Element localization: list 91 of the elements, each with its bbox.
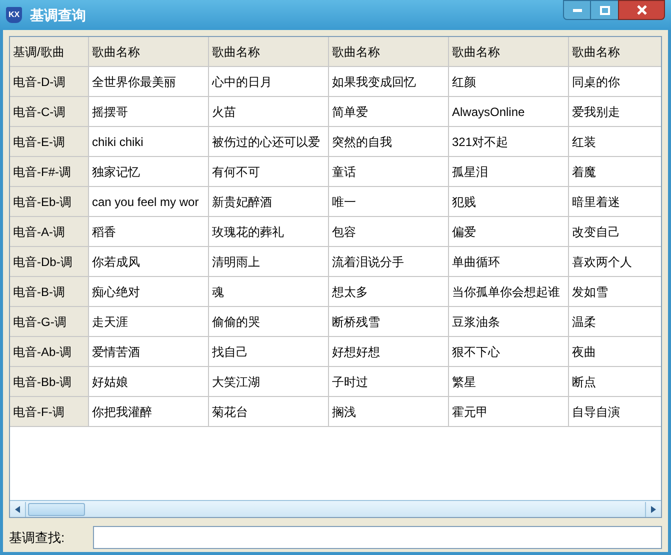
- app-icon: KX: [6, 7, 22, 23]
- table-cell: 豆浆油条: [449, 307, 569, 337]
- row-header: 电音-Eb-调: [10, 187, 89, 217]
- table-cell: 走天涯: [89, 307, 209, 337]
- table-cell: 好想好想: [329, 337, 449, 367]
- table-cell: can you feel my wor: [89, 187, 209, 217]
- table-cell: 繁星: [449, 367, 569, 397]
- row-header: 电音-Ab-调: [10, 337, 89, 367]
- table-cell: 突然的自我: [329, 127, 449, 157]
- table-cell: 想太多: [329, 277, 449, 307]
- close-button[interactable]: [618, 0, 665, 20]
- table-cell: 痴心绝对: [89, 277, 209, 307]
- row-header: 电音-A-调: [10, 217, 89, 247]
- maximize-button[interactable]: [591, 0, 618, 20]
- table-cell: 新贵妃醉酒: [209, 187, 329, 217]
- table-cell: 孤星泪: [449, 157, 569, 187]
- table-cell: 断点: [569, 367, 661, 397]
- table-cell: 犯贱: [449, 187, 569, 217]
- right-arrow-icon: [651, 506, 656, 512]
- table-cell: 偏爱: [449, 217, 569, 247]
- table-cell: 喜欢两个人: [569, 247, 661, 277]
- left-arrow-icon: [15, 506, 20, 512]
- table-cell: 如果我变成回忆: [329, 67, 449, 97]
- table-cell: 清明雨上: [209, 247, 329, 277]
- close-icon: [636, 5, 646, 15]
- table-cell: 简单爱: [329, 97, 449, 127]
- search-label: 基调查找:: [9, 528, 66, 547]
- row-header: 电音-D-调: [10, 67, 89, 97]
- table-cell: 断桥残雪: [329, 307, 449, 337]
- table-cell: 玫瑰花的葬礼: [209, 217, 329, 247]
- column-header[interactable]: 歌曲名称: [569, 37, 661, 67]
- table-cell: 稻香: [89, 217, 209, 247]
- table-cell: 自导自演: [569, 397, 661, 427]
- table-cell: 找自己: [209, 337, 329, 367]
- table-cell: 爱情苦酒: [89, 337, 209, 367]
- maximize-icon: [600, 6, 610, 14]
- table-cell: 全世界你最美丽: [89, 67, 209, 97]
- row-header: 电音-F#-调: [10, 157, 89, 187]
- search-field[interactable]: [93, 526, 662, 549]
- table-cell: 红颜: [449, 67, 569, 97]
- scroll-thumb[interactable]: [28, 502, 85, 516]
- table-cell: 红装: [569, 127, 661, 157]
- table-cell: 偷偷的哭: [209, 307, 329, 337]
- minimize-button[interactable]: [563, 0, 591, 20]
- table-cell: 好姑娘: [89, 367, 209, 397]
- column-header[interactable]: 歌曲名称: [209, 37, 329, 67]
- table-cell: 发如雪: [569, 277, 661, 307]
- row-header: 电音-Db-调: [10, 247, 89, 277]
- table-cell: 霍元甲: [449, 397, 569, 427]
- table-cell: 爱我别走: [569, 97, 661, 127]
- table-cell: 同桌的你: [569, 67, 661, 97]
- table-cell: 心中的日月: [209, 67, 329, 97]
- minimize-icon: [572, 8, 582, 12]
- table-cell: 温柔: [569, 307, 661, 337]
- table-cell: 摇摆哥: [89, 97, 209, 127]
- table-cell: 夜曲: [569, 337, 661, 367]
- table-cell: 菊花台: [209, 397, 329, 427]
- column-header[interactable]: 歌曲名称: [89, 37, 209, 67]
- table-cell: AlwaysOnline: [449, 97, 569, 127]
- table-cell: 单曲循环: [449, 247, 569, 277]
- table-cell: 你把我灌醉: [89, 397, 209, 427]
- table-cell: 子时过: [329, 367, 449, 397]
- table-cell: 当你孤单你会想起谁: [449, 277, 569, 307]
- table-cell: 唯一: [329, 187, 449, 217]
- table-cell: 独家记忆: [89, 157, 209, 187]
- table-cell: 童话: [329, 157, 449, 187]
- table-cell: 包容: [329, 217, 449, 247]
- row-header: 电音-B-调: [10, 277, 89, 307]
- row-header: 电音-F-调: [10, 397, 89, 427]
- table-cell: 改变自己: [569, 217, 661, 247]
- row-header: 电音-G-调: [10, 307, 89, 337]
- window-title: 基调查询: [30, 6, 86, 24]
- column-header[interactable]: 歌曲名称: [449, 37, 569, 67]
- table-cell: 你若成风: [89, 247, 209, 277]
- table-cell: 暗里着迷: [569, 187, 661, 217]
- row-header: 电音-E-调: [10, 127, 89, 157]
- horizontal-scrollbar[interactable]: [10, 500, 661, 517]
- table-cell: 狠不下心: [449, 337, 569, 367]
- table-cell: 魂: [209, 277, 329, 307]
- table-cell: 有何不可: [209, 157, 329, 187]
- table-cell: 321对不起: [449, 127, 569, 157]
- row-header: 电音-C-调: [10, 97, 89, 127]
- table-cell: 大笑江湖: [209, 367, 329, 397]
- table-cell: 流着泪说分手: [329, 247, 449, 277]
- table-cell: 火苗: [209, 97, 329, 127]
- table-cell: 着魔: [569, 157, 661, 187]
- table-cell: 被伤过的心还可以爱: [209, 127, 329, 157]
- table-cell: chiki chiki: [89, 127, 209, 157]
- row-header: 电音-Bb-调: [10, 367, 89, 397]
- table-cell: 搁浅: [329, 397, 449, 427]
- column-header[interactable]: 歌曲名称: [329, 37, 449, 67]
